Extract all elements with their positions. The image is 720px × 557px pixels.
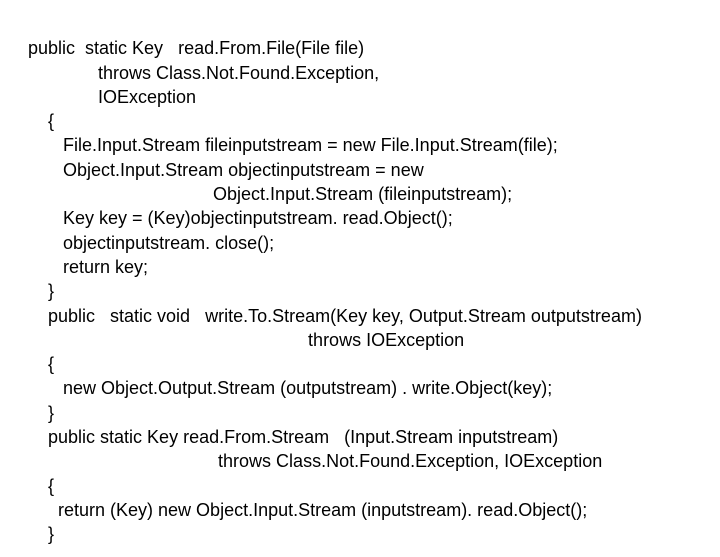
method-call: write.Object	[412, 378, 507, 398]
method-name: read.From.Stream	[183, 427, 344, 447]
var: file	[524, 135, 547, 155]
method-name: read.From.File	[178, 38, 295, 58]
line-1: public static Key read.From.File(File fi…	[28, 38, 364, 58]
line-11: }	[28, 281, 54, 301]
line-9: objectinputstream. close();	[28, 233, 274, 253]
var: key	[513, 378, 541, 398]
var: fileinputstream	[205, 135, 322, 155]
var: objectinputstream	[228, 160, 370, 180]
line-20: return (Key) new Object.Input.Stream (in…	[28, 500, 587, 520]
line-17: public static Key read.From.Stream (Inpu…	[28, 427, 558, 447]
var: key	[115, 257, 143, 277]
line-13: throws IOException	[28, 330, 464, 350]
param: key	[372, 306, 399, 326]
line-5: File.Input.Stream fileinputstream = new …	[28, 135, 558, 155]
param: outputstream	[531, 306, 636, 326]
var: inputstream	[367, 500, 461, 520]
code-block: public static Key read.From.File(File fi…	[0, 0, 720, 557]
var: objectinputstream	[63, 233, 205, 253]
param: file	[335, 38, 358, 58]
line-2: throws Class.Not.Found.Exception,	[28, 63, 379, 83]
line-4: {	[28, 111, 54, 131]
line-15: new Object.Output.Stream (outputstream) …	[28, 378, 552, 398]
var: outputstream	[286, 378, 391, 398]
line-16: }	[28, 403, 54, 423]
line-12: public static void write.To.Stream(Key k…	[28, 306, 642, 326]
line-19: {	[28, 476, 54, 496]
param: inputstream	[458, 427, 552, 447]
line-18: throws Class.Not.Found.Exception, IOExce…	[28, 451, 602, 471]
var: key	[99, 208, 127, 228]
line-21: }	[28, 524, 54, 544]
line-6: Object.Input.Stream objectinputstream = …	[28, 160, 424, 180]
line-7: Object.Input.Stream (fileinputstream);	[28, 184, 512, 204]
line-3: IOException	[28, 87, 196, 107]
method-name: write.To.Stream	[205, 306, 330, 326]
line-14: {	[28, 354, 54, 374]
var: objectinputstream	[191, 208, 333, 228]
line-10: return key;	[28, 257, 148, 277]
line-8: Key key = (Key)objectinputstream. read.O…	[28, 208, 453, 228]
var: fileinputstream	[384, 184, 501, 204]
